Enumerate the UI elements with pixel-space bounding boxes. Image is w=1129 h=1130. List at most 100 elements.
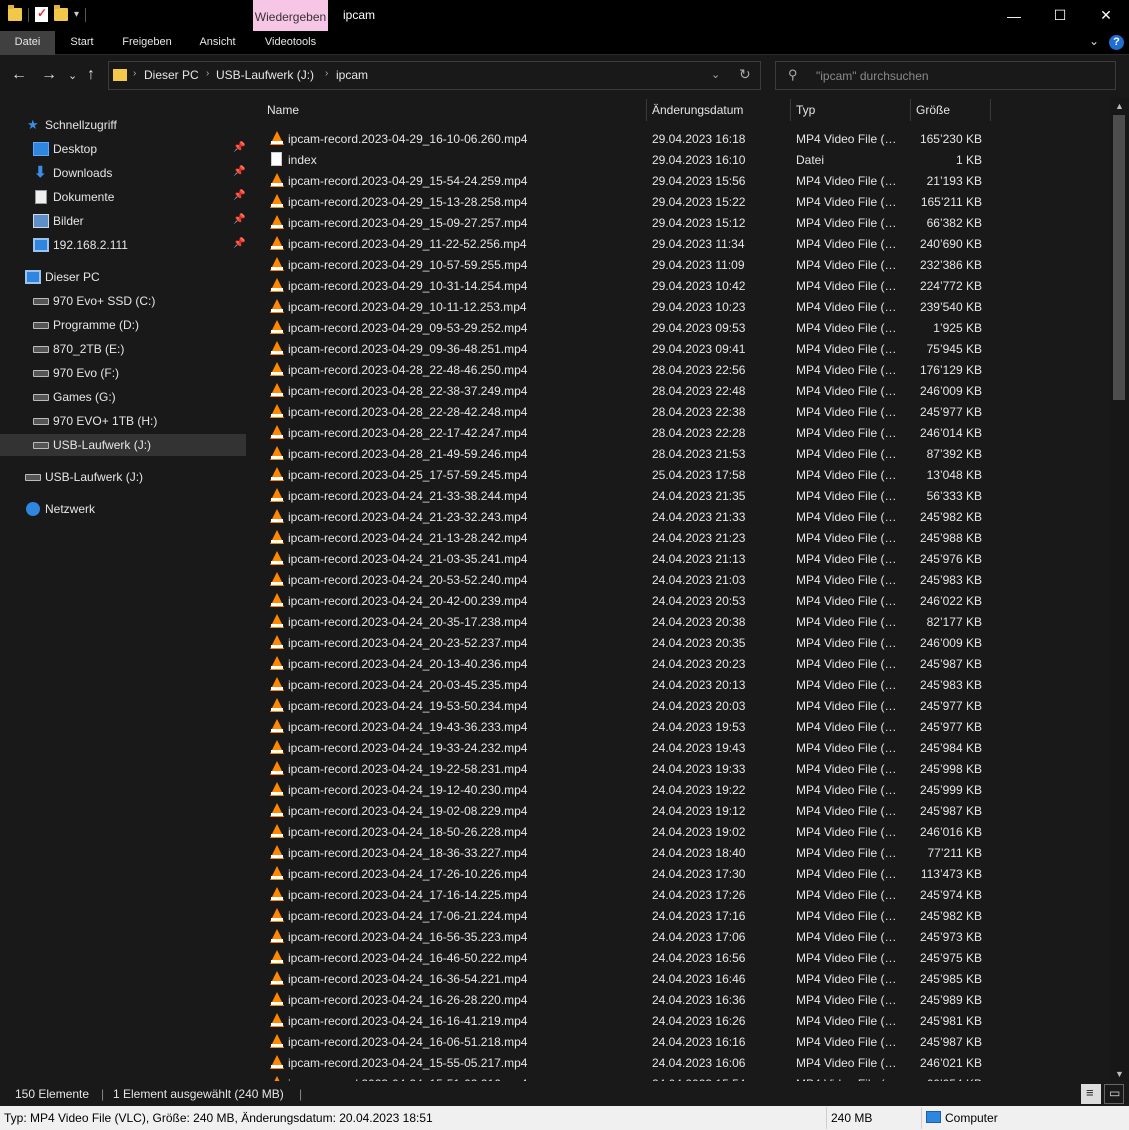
- file-row[interactable]: ipcam-record.2023-04-28_22-17-42.247.mp4…: [262, 422, 1110, 443]
- up-button[interactable]: ↑: [87, 66, 95, 84]
- file-row[interactable]: ipcam-record.2023-04-24_16-36-54.221.mp4…: [262, 968, 1110, 989]
- search-box[interactable]: ⚲ "ipcam" durchsuchen: [775, 61, 1116, 90]
- tab-datei[interactable]: Datei: [0, 31, 55, 55]
- file-row[interactable]: ipcam-record.2023-04-29_10-31-14.254.mp4…: [262, 275, 1110, 296]
- file-row[interactable]: ipcam-record.2023-04-24_19-43-36.233.mp4…: [262, 716, 1110, 737]
- file-row[interactable]: ipcam-record.2023-04-24_19-22-58.231.mp4…: [262, 758, 1110, 779]
- column-divider[interactable]: [646, 99, 647, 121]
- file-row[interactable]: ipcam-record.2023-04-29_15-09-27.257.mp4…: [262, 212, 1110, 233]
- nav-item-dieser-pc[interactable]: Dieser PC: [0, 266, 246, 288]
- pin-icon[interactable]: 📌: [233, 214, 245, 225]
- file-row[interactable]: ipcam-record.2023-04-24_15-55-05.217.mp4…: [262, 1052, 1110, 1073]
- file-row[interactable]: ipcam-record.2023-04-24_19-12-40.230.mp4…: [262, 779, 1110, 800]
- minimize-button[interactable]: —: [991, 0, 1037, 31]
- customize-toolbar-icon[interactable]: ▾: [74, 9, 79, 20]
- scrollbar-thumb[interactable]: [1113, 115, 1125, 400]
- refresh-icon[interactable]: ↻: [739, 66, 751, 83]
- breadcrumb-separator[interactable]: ›: [325, 68, 328, 79]
- file-row[interactable]: ipcam-record.2023-04-24_16-46-50.222.mp4…: [262, 947, 1110, 968]
- file-row[interactable]: ipcam-record.2023-04-28_21-49-59.246.mp4…: [262, 443, 1110, 464]
- file-row[interactable]: ipcam-record.2023-04-29_10-57-59.255.mp4…: [262, 254, 1110, 275]
- recent-locations-button[interactable]: ⌄: [68, 69, 77, 82]
- search-input[interactable]: "ipcam" durchsuchen: [816, 69, 929, 83]
- file-row[interactable]: ipcam-record.2023-04-24_20-03-45.235.mp4…: [262, 674, 1110, 695]
- nav-item-drive-c[interactable]: 970 Evo+ SSD (C:): [0, 290, 246, 312]
- nav-item-usb-laufwerk[interactable]: USB-Laufwerk (J:): [0, 466, 246, 488]
- file-row[interactable]: ipcam-record.2023-04-24_20-42-00.239.mp4…: [262, 590, 1110, 611]
- file-row[interactable]: ipcam-record.2023-04-24_16-16-41.219.mp4…: [262, 1010, 1110, 1031]
- new-folder-icon[interactable]: [54, 5, 68, 21]
- file-row[interactable]: ipcam-record.2023-04-24_17-26-10.226.mp4…: [262, 863, 1110, 884]
- column-divider[interactable]: [910, 99, 911, 121]
- file-row[interactable]: ipcam-record.2023-04-29_09-36-48.251.mp4…: [262, 338, 1110, 359]
- column-header-size[interactable]: Größe: [916, 97, 988, 122]
- tab-freigeben[interactable]: Freigeben: [112, 31, 182, 55]
- file-row[interactable]: ipcam-record.2023-04-24_16-26-28.220.mp4…: [262, 989, 1110, 1010]
- file-row[interactable]: ipcam-record.2023-04-28_22-48-46.250.mp4…: [262, 359, 1110, 380]
- help-icon[interactable]: ?: [1109, 35, 1124, 50]
- nav-item-network-share[interactable]: 192.168.2.111 📌: [0, 234, 246, 256]
- file-row[interactable]: ipcam-record.2023-04-24_18-50-26.228.mp4…: [262, 821, 1110, 842]
- file-row[interactable]: ipcam-record.2023-04-24_16-06-51.218.mp4…: [262, 1031, 1110, 1052]
- file-row[interactable]: ipcam-record.2023-04-28_22-28-42.248.mp4…: [262, 401, 1110, 422]
- scroll-up-icon[interactable]: ▲: [1115, 101, 1124, 111]
- close-button[interactable]: ✕: [1083, 0, 1129, 31]
- back-button[interactable]: ←: [11, 66, 27, 84]
- tab-start[interactable]: Start: [60, 31, 104, 55]
- nav-item-drive-j[interactable]: USB-Laufwerk (J:): [0, 434, 246, 456]
- file-row[interactable]: ipcam-record.2023-04-24_17-06-21.224.mp4…: [262, 905, 1110, 926]
- file-row[interactable]: ipcam-record.2023-04-24_21-03-35.241.mp4…: [262, 548, 1110, 569]
- tab-videotools[interactable]: Videotools: [253, 31, 328, 55]
- file-row[interactable]: ipcam-record.2023-04-29_16-10-06.260.mp4…: [262, 128, 1110, 149]
- file-row[interactable]: ipcam-record.2023-04-29_15-54-24.259.mp4…: [262, 170, 1110, 191]
- pin-icon[interactable]: 📌: [233, 142, 245, 153]
- expand-ribbon-icon[interactable]: ⌄: [1089, 34, 1099, 48]
- details-view-icon[interactable]: [1081, 1084, 1101, 1104]
- address-dropdown-icon[interactable]: ⌄: [711, 68, 720, 81]
- maximize-button[interactable]: ☐: [1037, 0, 1083, 31]
- large-icons-view-icon[interactable]: [1104, 1084, 1124, 1104]
- folder-icon[interactable]: [8, 5, 22, 21]
- file-row[interactable]: ipcam-record.2023-04-24_21-23-32.243.mp4…: [262, 506, 1110, 527]
- nav-item-drive-d[interactable]: Programme (D:): [0, 314, 246, 336]
- nav-item-downloads[interactable]: ⬇ Downloads 📌: [0, 162, 246, 184]
- file-row[interactable]: ipcam-record.2023-04-24_18-36-33.227.mp4…: [262, 842, 1110, 863]
- nav-item-quick-access[interactable]: ★ Schnellzugriff: [0, 114, 246, 136]
- nav-item-dokumente[interactable]: Dokumente 📌: [0, 186, 246, 208]
- breadcrumb-separator[interactable]: ›: [133, 68, 136, 79]
- file-row[interactable]: ipcam-record.2023-04-29_09-53-29.252.mp4…: [262, 317, 1110, 338]
- file-row[interactable]: ipcam-record.2023-04-24_20-35-17.238.mp4…: [262, 611, 1110, 632]
- file-row[interactable]: ipcam-record.2023-04-25_17-57-59.245.mp4…: [262, 464, 1110, 485]
- pin-icon[interactable]: 📌: [233, 238, 245, 249]
- nav-item-desktop[interactable]: Desktop 📌: [0, 138, 246, 160]
- column-header-date[interactable]: Änderungsdatum: [652, 97, 788, 122]
- file-row[interactable]: ipcam-record.2023-04-29_11-22-52.256.mp4…: [262, 233, 1110, 254]
- file-row[interactable]: ipcam-record.2023-04-24_19-33-24.232.mp4…: [262, 737, 1110, 758]
- nav-item-drive-g[interactable]: Games (G:): [0, 386, 246, 408]
- file-row[interactable]: ipcam-record.2023-04-24_17-16-14.225.mp4…: [262, 884, 1110, 905]
- nav-item-netzwerk[interactable]: Netzwerk: [0, 498, 246, 520]
- scroll-down-icon[interactable]: ▼: [1115, 1069, 1124, 1079]
- breadcrumb-dieser-pc[interactable]: Dieser PC: [144, 68, 199, 82]
- properties-icon[interactable]: [35, 6, 48, 22]
- column-header-name[interactable]: Name: [267, 97, 645, 122]
- file-row[interactable]: ipcam-record.2023-04-24_19-02-08.229.mp4…: [262, 800, 1110, 821]
- file-row[interactable]: ipcam-record.2023-04-24_20-53-52.240.mp4…: [262, 569, 1110, 590]
- file-row[interactable]: ipcam-record.2023-04-24_19-53-50.234.mp4…: [262, 695, 1110, 716]
- breadcrumb-ipcam[interactable]: ipcam: [336, 68, 368, 82]
- column-divider[interactable]: [790, 99, 791, 121]
- pin-icon[interactable]: 📌: [233, 190, 245, 201]
- vertical-scrollbar[interactable]: ▲ ▼: [1110, 97, 1129, 1081]
- breadcrumb-usb-laufwerk[interactable]: USB-Laufwerk (J:): [216, 68, 314, 82]
- file-row[interactable]: ipcam-record.2023-04-24_21-13-28.242.mp4…: [262, 527, 1110, 548]
- column-divider[interactable]: [990, 99, 991, 121]
- file-row[interactable]: index 29.04.2023 16:10 Datei 1 KB: [262, 149, 1110, 170]
- nav-item-bilder[interactable]: Bilder 📌: [0, 210, 246, 232]
- file-row[interactable]: ipcam-record.2023-04-28_22-38-37.249.mp4…: [262, 380, 1110, 401]
- tab-ansicht[interactable]: Ansicht: [190, 31, 245, 55]
- file-row[interactable]: ipcam-record.2023-04-29_15-13-28.258.mp4…: [262, 191, 1110, 212]
- forward-button[interactable]: →: [41, 66, 57, 84]
- pin-icon[interactable]: 📌: [233, 166, 245, 177]
- file-row[interactable]: ipcam-record.2023-04-24_20-23-52.237.mp4…: [262, 632, 1110, 653]
- file-row[interactable]: ipcam-record.2023-04-24_21-33-38.244.mp4…: [262, 485, 1110, 506]
